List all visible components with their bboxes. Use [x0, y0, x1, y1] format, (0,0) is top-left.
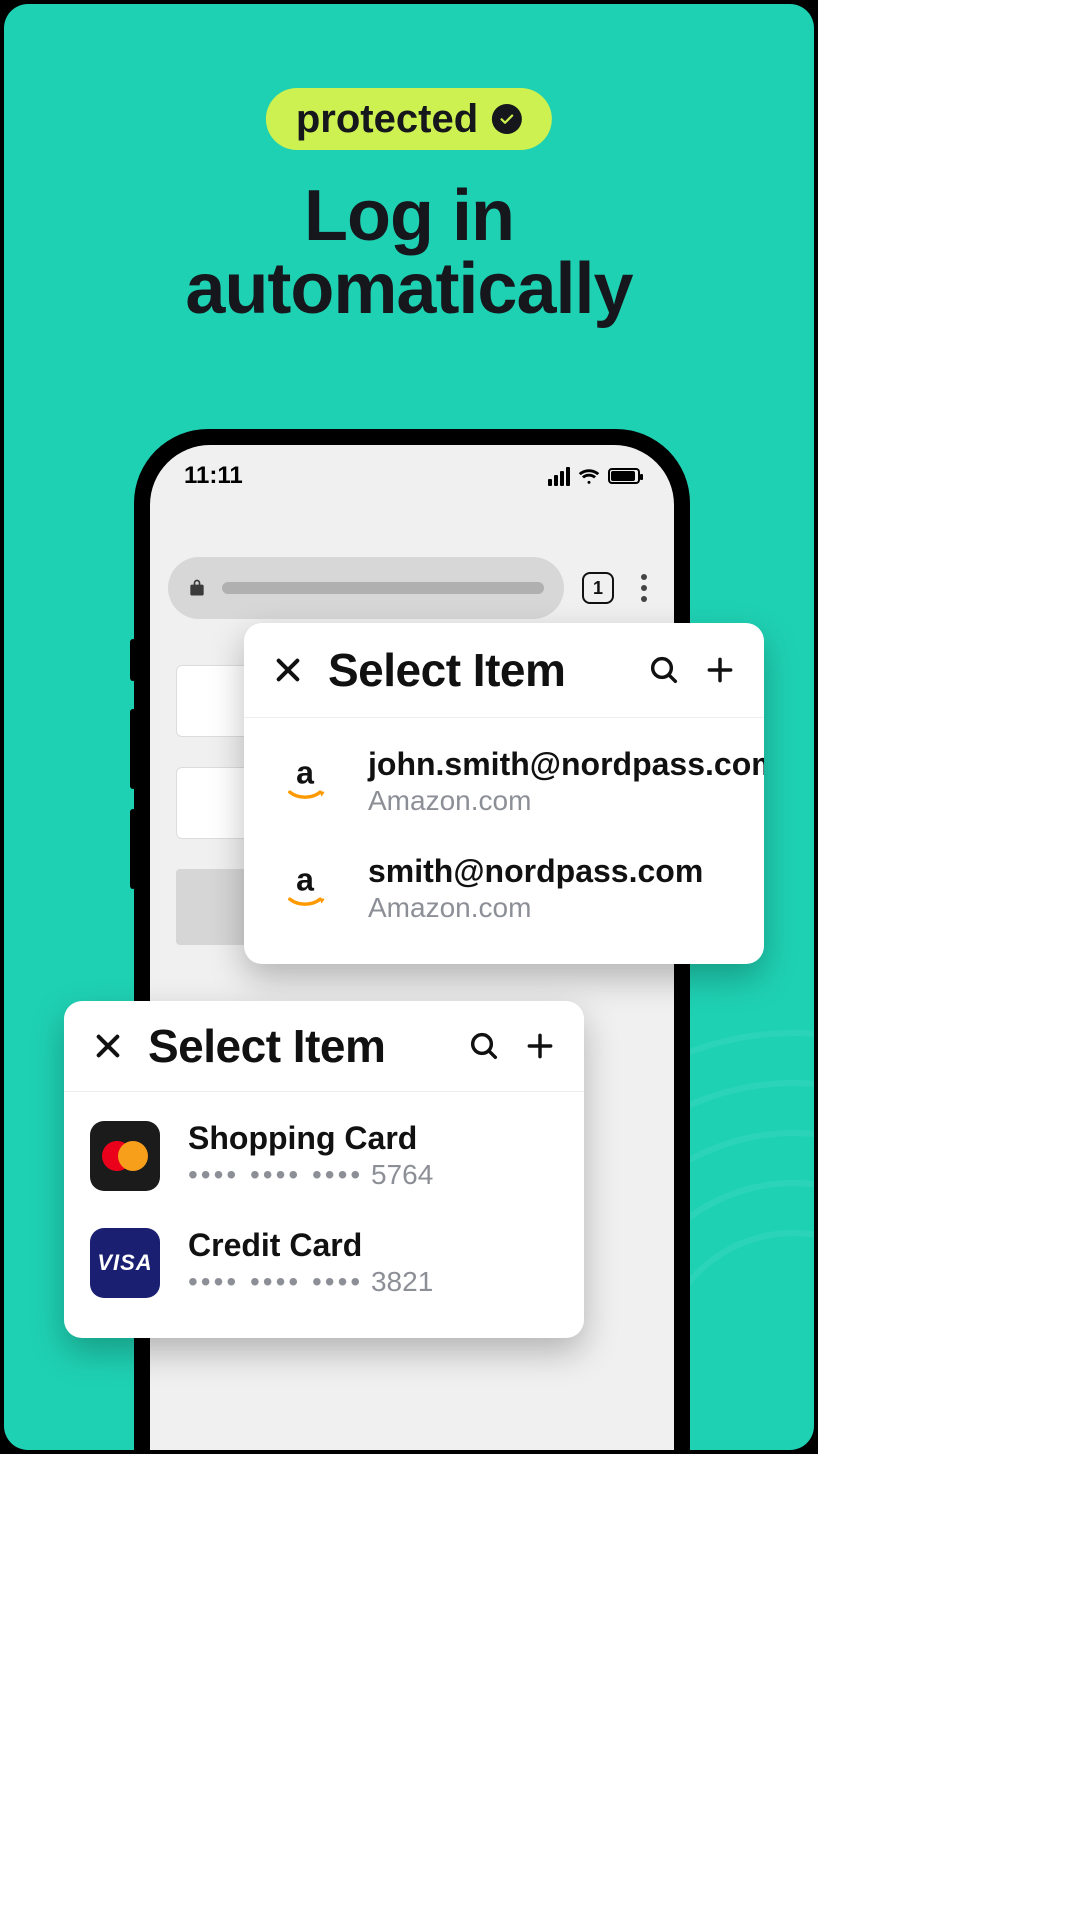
account-site: Amazon.com [368, 785, 764, 817]
select-item-popup-cards: Select Item Shopping C [64, 1001, 584, 1338]
amazon-icon: a [270, 747, 340, 817]
add-button[interactable] [518, 1024, 562, 1068]
card-item[interactable]: Shopping Card •••• •••• •••• 5764 [86, 1102, 562, 1209]
mastercard-icon [90, 1121, 160, 1191]
protected-badge: protected [266, 88, 552, 150]
account-email: john.smith@nordpass.com [368, 746, 764, 783]
amazon-icon: a [270, 854, 340, 924]
status-time: 11:11 [184, 462, 243, 490]
account-item[interactable]: a john.smith@nordpass.com Amazon.com [266, 728, 742, 835]
kebab-menu-button[interactable] [632, 574, 656, 602]
promo-stage: protected Log in automatically 11:11 [4, 4, 814, 1450]
status-bar: 11:11 [150, 445, 674, 507]
protected-badge-label: protected [296, 97, 478, 142]
account-site: Amazon.com [368, 892, 703, 924]
visa-icon: VISA [90, 1228, 160, 1298]
url-placeholder-line [222, 582, 544, 594]
select-item-popup-accounts: Select Item a john.smit [244, 623, 764, 964]
card-name: Shopping Card [188, 1120, 433, 1157]
browser-bar: 1 [168, 557, 656, 619]
account-email: smith@nordpass.com [368, 853, 703, 890]
check-icon [492, 104, 522, 134]
headline: Log in automatically [4, 180, 814, 327]
card-number: •••• •••• •••• 5764 [188, 1159, 433, 1191]
popup-title: Select Item [328, 643, 565, 697]
card-name: Credit Card [188, 1227, 433, 1264]
url-bar[interactable] [168, 557, 564, 619]
promo-canvas: protected Log in automatically 11:11 [0, 0, 818, 1454]
account-item[interactable]: a smith@nordpass.com Amazon.com [266, 835, 742, 942]
signal-icon [548, 467, 570, 486]
headline-line2: automatically [4, 253, 814, 326]
close-button[interactable] [86, 1024, 130, 1068]
close-button[interactable] [266, 648, 310, 692]
headline-line1: Log in [4, 180, 814, 253]
lock-icon [188, 578, 206, 598]
search-button[interactable] [462, 1024, 506, 1068]
tab-count-button[interactable]: 1 [582, 572, 614, 604]
search-button[interactable] [642, 648, 686, 692]
svg-text:a: a [296, 862, 315, 898]
status-right [548, 467, 640, 486]
svg-text:a: a [296, 755, 315, 791]
add-button[interactable] [698, 648, 742, 692]
card-number: •••• •••• •••• 3821 [188, 1266, 433, 1298]
battery-icon [608, 468, 640, 484]
wifi-icon [578, 467, 600, 485]
card-item[interactable]: VISA Credit Card •••• •••• •••• 3821 [86, 1209, 562, 1316]
popup-title: Select Item [148, 1019, 385, 1073]
